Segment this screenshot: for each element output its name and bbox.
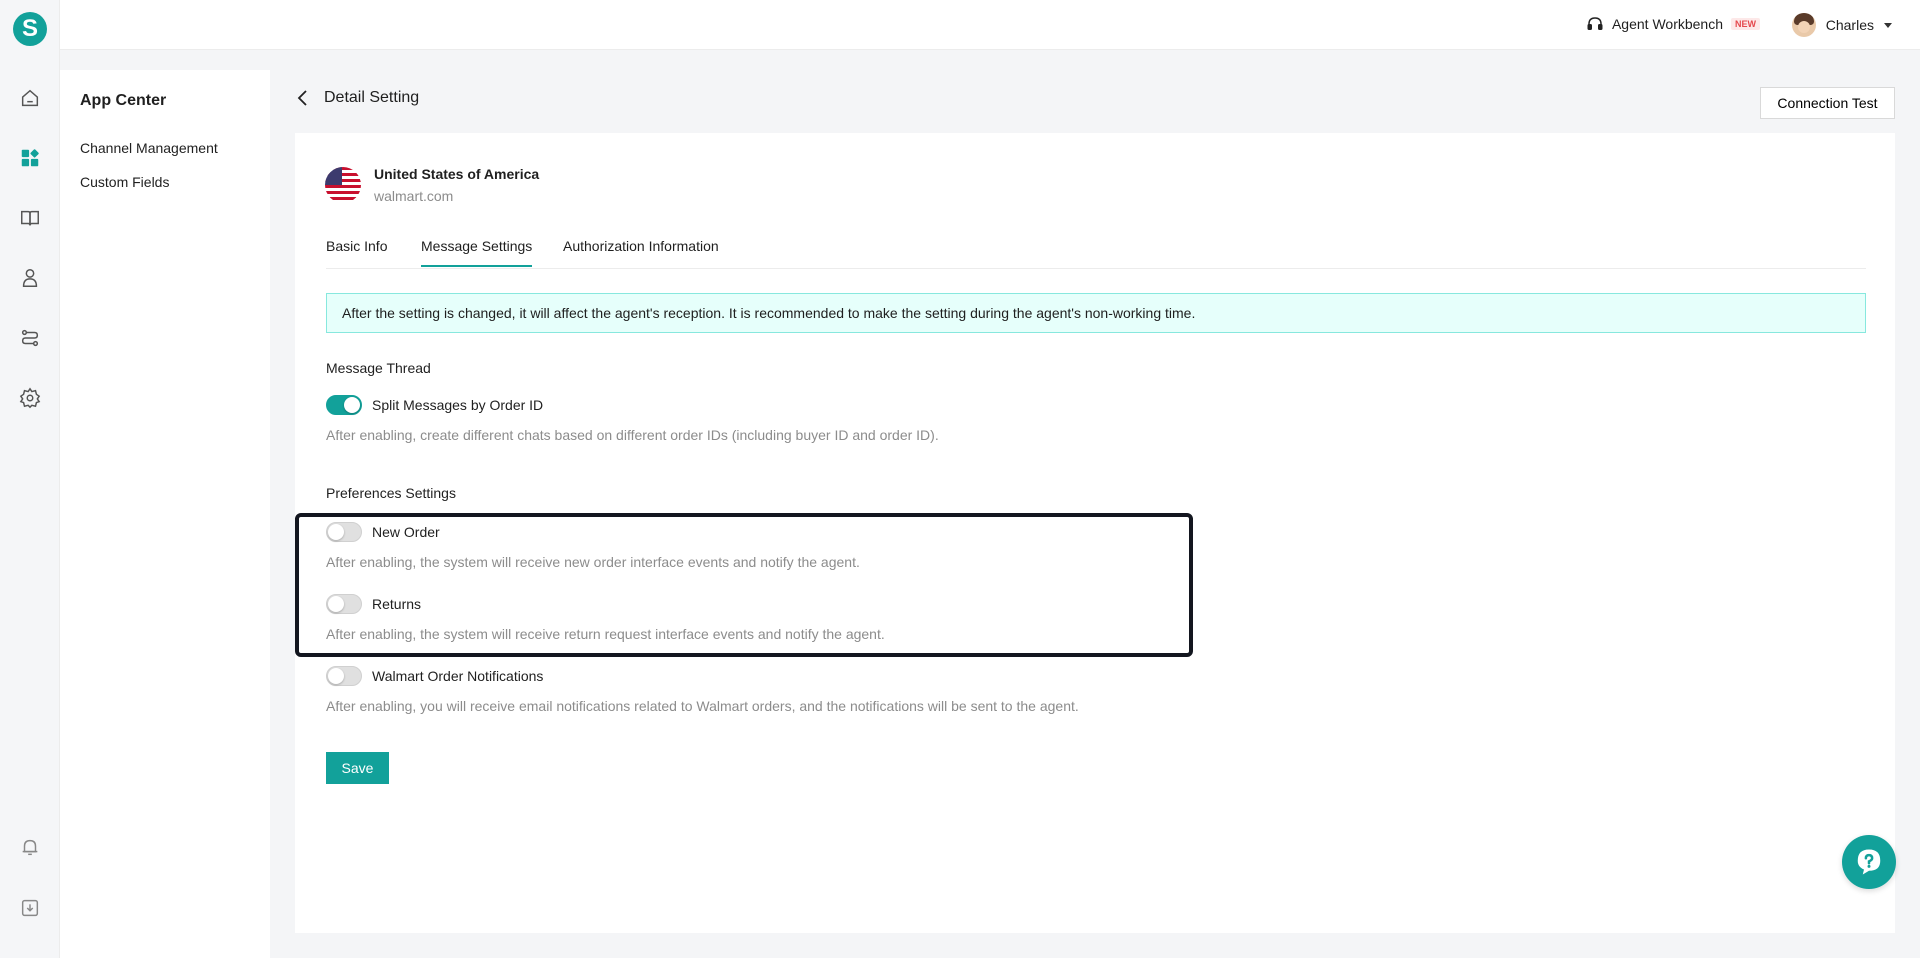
store-country: United States of America bbox=[374, 166, 540, 182]
app-center-sidebar: App Center Channel Management Custom Fie… bbox=[60, 70, 270, 958]
new-order-setting: New Order After enabling, the system wil… bbox=[326, 522, 860, 570]
new-order-desc: After enabling, the system will receive … bbox=[326, 554, 860, 570]
split-messages-desc: After enabling, create different chats b… bbox=[326, 427, 939, 443]
store-domain: walmart.com bbox=[374, 188, 454, 204]
download-icon[interactable] bbox=[18, 896, 42, 920]
returns-desc: After enabling, the system will receive … bbox=[326, 626, 885, 642]
agent-workbench-link[interactable]: Agent Workbench NEW bbox=[1586, 15, 1760, 33]
split-messages-setting: Split Messages by Order ID After enablin… bbox=[326, 395, 939, 443]
us-flag-icon bbox=[325, 167, 361, 203]
walmart-notifications-desc: After enabling, you will receive email n… bbox=[326, 698, 1079, 714]
user-icon[interactable] bbox=[18, 266, 42, 290]
message-thread-title: Message Thread bbox=[326, 360, 431, 376]
caret-down-icon bbox=[1884, 22, 1892, 28]
new-order-toggle[interactable] bbox=[326, 522, 362, 542]
route-icon[interactable] bbox=[18, 326, 42, 350]
home-icon[interactable] bbox=[18, 86, 42, 110]
new-order-label: New Order bbox=[372, 524, 440, 540]
user-name: Charles bbox=[1825, 17, 1874, 33]
tab-authorization-information[interactable]: Authorization Information bbox=[563, 238, 719, 265]
apps-icon[interactable] bbox=[18, 146, 42, 170]
new-badge: NEW bbox=[1731, 18, 1760, 30]
user-menu[interactable]: Charles bbox=[1791, 13, 1892, 37]
sidebar-title: App Center bbox=[80, 92, 167, 109]
returns-label: Returns bbox=[372, 596, 422, 612]
help-chat-icon bbox=[1857, 849, 1881, 875]
help-chat-button[interactable] bbox=[1842, 835, 1896, 889]
sidebar-item-custom-fields[interactable]: Custom Fields bbox=[80, 174, 169, 190]
returns-setting: Returns After enabling, the system will … bbox=[326, 594, 885, 642]
headset-icon bbox=[1587, 17, 1603, 30]
sidebar-item-channel-management[interactable]: Channel Management bbox=[80, 140, 218, 156]
notice-banner: After the setting is changed, it will af… bbox=[326, 293, 1866, 333]
split-messages-toggle[interactable] bbox=[326, 395, 362, 415]
tab-basic-info[interactable]: Basic Info bbox=[326, 238, 387, 265]
walmart-notifications-setting: Walmart Order Notifications After enabli… bbox=[326, 666, 1079, 714]
app-logo[interactable]: S bbox=[13, 12, 47, 46]
settings-icon[interactable] bbox=[18, 386, 42, 410]
bell-icon[interactable] bbox=[18, 835, 42, 859]
tab-message-settings[interactable]: Message Settings bbox=[421, 238, 533, 267]
preferences-title: Preferences Settings bbox=[326, 485, 456, 501]
walmart-notifications-toggle[interactable] bbox=[326, 666, 362, 686]
settings-tabs: Basic Info Message Settings Authorizatio… bbox=[326, 233, 1866, 269]
book-icon[interactable] bbox=[18, 206, 42, 230]
icon-rail: S bbox=[0, 0, 60, 958]
page-title: Detail Setting bbox=[324, 89, 420, 106]
walmart-notifications-label: Walmart Order Notifications bbox=[372, 668, 544, 684]
returns-toggle[interactable] bbox=[326, 594, 362, 614]
save-button[interactable]: Save bbox=[326, 752, 389, 784]
connection-test-button[interactable]: Connection Test bbox=[1760, 87, 1895, 119]
avatar bbox=[1791, 13, 1816, 37]
split-messages-label: Split Messages by Order ID bbox=[372, 397, 544, 413]
top-bar: Agent Workbench NEW Charles bbox=[60, 0, 1920, 50]
agent-workbench-label: Agent Workbench bbox=[1611, 16, 1723, 32]
back-arrow-icon[interactable] bbox=[293, 88, 313, 108]
detail-card: United States of America walmart.com Bas… bbox=[295, 133, 1895, 933]
